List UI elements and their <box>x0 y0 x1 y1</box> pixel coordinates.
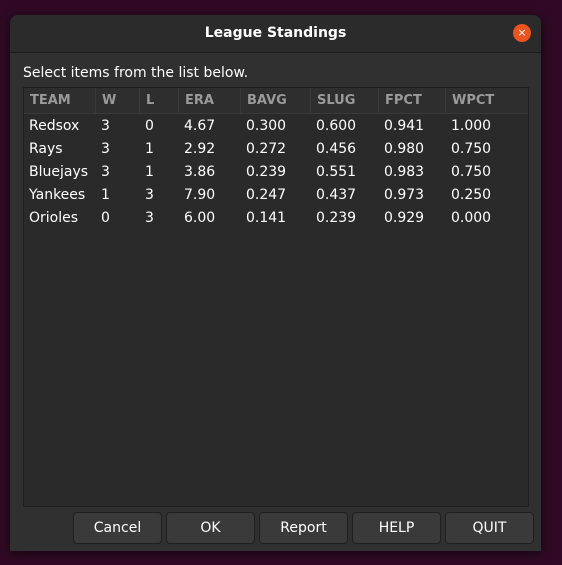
standings-list[interactable]: TEAM W L ERA BAVG SLUG FPCT WPCT Redsox … <box>23 87 529 507</box>
cell-w: 3 <box>101 118 110 134</box>
column-header-bavg[interactable]: BAVG <box>241 88 311 113</box>
cell-bavg: 0.300 <box>246 118 287 134</box>
column-header-wpct[interactable]: WPCT <box>446 88 528 113</box>
table-header: TEAM W L ERA BAVG SLUG FPCT WPCT <box>24 88 528 114</box>
cell-l: 3 <box>145 210 154 226</box>
cell-bavg: 0.141 <box>246 210 287 226</box>
cell-bavg: 0.247 <box>246 187 287 203</box>
cell-slug: 0.239 <box>316 210 357 226</box>
quit-button[interactable]: QUIT <box>445 512 534 544</box>
cell-fpct: 0.973 <box>384 187 425 203</box>
title-bar[interactable]: League Standings × <box>10 15 541 53</box>
cell-wpct: 0.000 <box>451 210 492 226</box>
cell-w: 0 <box>101 210 110 226</box>
cell-w: 3 <box>101 164 110 180</box>
cell-slug: 0.551 <box>316 164 357 180</box>
cell-team: Yankees <box>29 187 86 203</box>
report-button[interactable]: Report <box>259 512 348 544</box>
column-header-era[interactable]: ERA <box>179 88 241 113</box>
cell-era: 4.67 <box>184 118 216 134</box>
cell-l: 0 <box>145 118 154 134</box>
table-body: Redsox 3 0 4.67 0.300 0.600 0.941 1.000 … <box>24 115 528 230</box>
cell-era: 7.90 <box>184 187 216 203</box>
table-row[interactable]: Bluejays 3 1 3.86 0.239 0.551 0.983 0.75… <box>24 161 528 184</box>
cell-team: Redsox <box>29 118 80 134</box>
cell-fpct: 0.929 <box>384 210 425 226</box>
league-standings-dialog: League Standings × Select items from the… <box>10 15 541 551</box>
ok-button[interactable]: OK <box>166 512 255 544</box>
help-button[interactable]: HELP <box>352 512 441 544</box>
cell-team: Orioles <box>29 210 79 226</box>
cell-fpct: 0.983 <box>384 164 425 180</box>
cell-era: 6.00 <box>184 210 216 226</box>
cell-era: 2.92 <box>184 141 216 157</box>
cell-wpct: 0.250 <box>451 187 492 203</box>
table-row[interactable]: Rays 3 1 2.92 0.272 0.456 0.980 0.750 <box>24 138 528 161</box>
cell-team: Bluejays <box>29 164 89 180</box>
cell-slug: 0.456 <box>316 141 357 157</box>
cell-slug: 0.437 <box>316 187 357 203</box>
column-header-l[interactable]: L <box>140 88 179 113</box>
column-header-fpct[interactable]: FPCT <box>379 88 446 113</box>
cell-bavg: 0.272 <box>246 141 287 157</box>
column-header-w[interactable]: W <box>96 88 140 113</box>
cell-wpct: 0.750 <box>451 141 492 157</box>
column-header-slug[interactable]: SLUG <box>311 88 379 113</box>
cell-slug: 0.600 <box>316 118 357 134</box>
cell-w: 3 <box>101 141 110 157</box>
cell-l: 1 <box>145 164 154 180</box>
cell-team: Rays <box>29 141 63 157</box>
table-row[interactable]: Redsox 3 0 4.67 0.300 0.600 0.941 1.000 <box>24 115 528 138</box>
cancel-button[interactable]: Cancel <box>73 512 162 544</box>
cell-wpct: 1.000 <box>451 118 492 134</box>
window-title: League Standings <box>204 25 347 41</box>
cell-era: 3.86 <box>184 164 216 180</box>
cell-fpct: 0.980 <box>384 141 425 157</box>
instruction-label: Select items from the list below. <box>23 65 249 81</box>
cell-l: 3 <box>145 187 154 203</box>
table-row[interactable]: Orioles 0 3 6.00 0.141 0.239 0.929 0.000 <box>24 207 528 230</box>
cell-wpct: 0.750 <box>451 164 492 180</box>
close-icon[interactable]: × <box>513 24 531 42</box>
table-row[interactable]: Yankees 1 3 7.90 0.247 0.437 0.973 0.250 <box>24 184 528 207</box>
cell-fpct: 0.941 <box>384 118 425 134</box>
button-bar: Cancel OK Report HELP QUIT <box>73 512 535 544</box>
cell-l: 1 <box>145 141 154 157</box>
cell-w: 1 <box>101 187 110 203</box>
cell-bavg: 0.239 <box>246 164 287 180</box>
column-header-team[interactable]: TEAM <box>24 88 96 113</box>
